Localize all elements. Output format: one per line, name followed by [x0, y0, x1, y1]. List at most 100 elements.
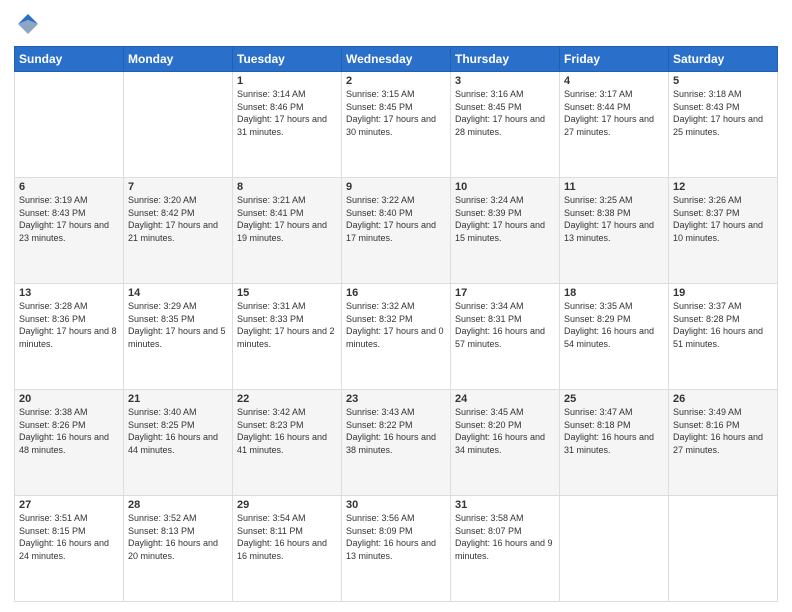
- day-number: 28: [128, 499, 228, 511]
- day-number: 1: [237, 75, 337, 87]
- calendar-cell: 6Sunrise: 3:19 AM Sunset: 8:43 PM Daylig…: [15, 178, 124, 284]
- day-number: 22: [237, 393, 337, 405]
- day-info: Sunrise: 3:37 AM Sunset: 8:28 PM Dayligh…: [673, 300, 773, 350]
- day-info: Sunrise: 3:21 AM Sunset: 8:41 PM Dayligh…: [237, 194, 337, 244]
- day-number: 5: [673, 75, 773, 87]
- calendar-cell: 24Sunrise: 3:45 AM Sunset: 8:20 PM Dayli…: [451, 390, 560, 496]
- calendar-cell: 1Sunrise: 3:14 AM Sunset: 8:46 PM Daylig…: [233, 72, 342, 178]
- calendar-cell: 12Sunrise: 3:26 AM Sunset: 8:37 PM Dayli…: [669, 178, 778, 284]
- day-info: Sunrise: 3:29 AM Sunset: 8:35 PM Dayligh…: [128, 300, 228, 350]
- day-info: Sunrise: 3:16 AM Sunset: 8:45 PM Dayligh…: [455, 88, 555, 138]
- day-info: Sunrise: 3:51 AM Sunset: 8:15 PM Dayligh…: [19, 512, 119, 562]
- calendar-cell: 15Sunrise: 3:31 AM Sunset: 8:33 PM Dayli…: [233, 284, 342, 390]
- day-number: 30: [346, 499, 446, 511]
- day-info: Sunrise: 3:14 AM Sunset: 8:46 PM Dayligh…: [237, 88, 337, 138]
- day-info: Sunrise: 3:19 AM Sunset: 8:43 PM Dayligh…: [19, 194, 119, 244]
- day-info: Sunrise: 3:28 AM Sunset: 8:36 PM Dayligh…: [19, 300, 119, 350]
- calendar-cell: 20Sunrise: 3:38 AM Sunset: 8:26 PM Dayli…: [15, 390, 124, 496]
- calendar-cell: 16Sunrise: 3:32 AM Sunset: 8:32 PM Dayli…: [342, 284, 451, 390]
- day-info: Sunrise: 3:35 AM Sunset: 8:29 PM Dayligh…: [564, 300, 664, 350]
- day-info: Sunrise: 3:15 AM Sunset: 8:45 PM Dayligh…: [346, 88, 446, 138]
- calendar-week-row: 6Sunrise: 3:19 AM Sunset: 8:43 PM Daylig…: [15, 178, 778, 284]
- day-number: 15: [237, 287, 337, 299]
- header: [14, 10, 778, 38]
- day-number: 16: [346, 287, 446, 299]
- day-number: 25: [564, 393, 664, 405]
- calendar-cell: 5Sunrise: 3:18 AM Sunset: 8:43 PM Daylig…: [669, 72, 778, 178]
- calendar-cell: 29Sunrise: 3:54 AM Sunset: 8:11 PM Dayli…: [233, 496, 342, 602]
- day-number: 21: [128, 393, 228, 405]
- calendar-cell: 26Sunrise: 3:49 AM Sunset: 8:16 PM Dayli…: [669, 390, 778, 496]
- day-number: 14: [128, 287, 228, 299]
- day-info: Sunrise: 3:26 AM Sunset: 8:37 PM Dayligh…: [673, 194, 773, 244]
- day-info: Sunrise: 3:32 AM Sunset: 8:32 PM Dayligh…: [346, 300, 446, 350]
- calendar-week-row: 20Sunrise: 3:38 AM Sunset: 8:26 PM Dayli…: [15, 390, 778, 496]
- calendar-cell: 7Sunrise: 3:20 AM Sunset: 8:42 PM Daylig…: [124, 178, 233, 284]
- day-header: Sunday: [15, 47, 124, 72]
- day-header: Monday: [124, 47, 233, 72]
- calendar-cell: 10Sunrise: 3:24 AM Sunset: 8:39 PM Dayli…: [451, 178, 560, 284]
- calendar-cell: [560, 496, 669, 602]
- calendar-cell: [669, 496, 778, 602]
- day-number: 9: [346, 181, 446, 193]
- calendar-week-row: 13Sunrise: 3:28 AM Sunset: 8:36 PM Dayli…: [15, 284, 778, 390]
- day-number: 11: [564, 181, 664, 193]
- day-number: 23: [346, 393, 446, 405]
- day-info: Sunrise: 3:52 AM Sunset: 8:13 PM Dayligh…: [128, 512, 228, 562]
- day-info: Sunrise: 3:42 AM Sunset: 8:23 PM Dayligh…: [237, 406, 337, 456]
- day-info: Sunrise: 3:47 AM Sunset: 8:18 PM Dayligh…: [564, 406, 664, 456]
- day-number: 27: [19, 499, 119, 511]
- calendar-cell: 28Sunrise: 3:52 AM Sunset: 8:13 PM Dayli…: [124, 496, 233, 602]
- day-number: 19: [673, 287, 773, 299]
- day-info: Sunrise: 3:49 AM Sunset: 8:16 PM Dayligh…: [673, 406, 773, 456]
- calendar-cell: 22Sunrise: 3:42 AM Sunset: 8:23 PM Dayli…: [233, 390, 342, 496]
- calendar-cell: 11Sunrise: 3:25 AM Sunset: 8:38 PM Dayli…: [560, 178, 669, 284]
- day-header: Thursday: [451, 47, 560, 72]
- calendar-cell: 4Sunrise: 3:17 AM Sunset: 8:44 PM Daylig…: [560, 72, 669, 178]
- logo: [14, 10, 46, 38]
- calendar-cell: 30Sunrise: 3:56 AM Sunset: 8:09 PM Dayli…: [342, 496, 451, 602]
- day-header: Saturday: [669, 47, 778, 72]
- day-info: Sunrise: 3:24 AM Sunset: 8:39 PM Dayligh…: [455, 194, 555, 244]
- day-number: 26: [673, 393, 773, 405]
- day-header: Wednesday: [342, 47, 451, 72]
- day-number: 3: [455, 75, 555, 87]
- day-number: 29: [237, 499, 337, 511]
- day-number: 8: [237, 181, 337, 193]
- day-info: Sunrise: 3:17 AM Sunset: 8:44 PM Dayligh…: [564, 88, 664, 138]
- day-info: Sunrise: 3:54 AM Sunset: 8:11 PM Dayligh…: [237, 512, 337, 562]
- calendar-week-row: 27Sunrise: 3:51 AM Sunset: 8:15 PM Dayli…: [15, 496, 778, 602]
- day-number: 2: [346, 75, 446, 87]
- logo-icon: [14, 10, 42, 38]
- calendar-cell: 19Sunrise: 3:37 AM Sunset: 8:28 PM Dayli…: [669, 284, 778, 390]
- calendar-cell: 9Sunrise: 3:22 AM Sunset: 8:40 PM Daylig…: [342, 178, 451, 284]
- day-number: 6: [19, 181, 119, 193]
- calendar-cell: 21Sunrise: 3:40 AM Sunset: 8:25 PM Dayli…: [124, 390, 233, 496]
- calendar-cell: 31Sunrise: 3:58 AM Sunset: 8:07 PM Dayli…: [451, 496, 560, 602]
- day-info: Sunrise: 3:38 AM Sunset: 8:26 PM Dayligh…: [19, 406, 119, 456]
- calendar-cell: 17Sunrise: 3:34 AM Sunset: 8:31 PM Dayli…: [451, 284, 560, 390]
- day-number: 7: [128, 181, 228, 193]
- day-header: Tuesday: [233, 47, 342, 72]
- day-info: Sunrise: 3:45 AM Sunset: 8:20 PM Dayligh…: [455, 406, 555, 456]
- day-info: Sunrise: 3:34 AM Sunset: 8:31 PM Dayligh…: [455, 300, 555, 350]
- calendar-cell: 18Sunrise: 3:35 AM Sunset: 8:29 PM Dayli…: [560, 284, 669, 390]
- day-info: Sunrise: 3:25 AM Sunset: 8:38 PM Dayligh…: [564, 194, 664, 244]
- calendar-cell: 14Sunrise: 3:29 AM Sunset: 8:35 PM Dayli…: [124, 284, 233, 390]
- day-number: 17: [455, 287, 555, 299]
- day-number: 20: [19, 393, 119, 405]
- day-info: Sunrise: 3:31 AM Sunset: 8:33 PM Dayligh…: [237, 300, 337, 350]
- day-number: 18: [564, 287, 664, 299]
- calendar-week-row: 1Sunrise: 3:14 AM Sunset: 8:46 PM Daylig…: [15, 72, 778, 178]
- day-number: 24: [455, 393, 555, 405]
- day-number: 4: [564, 75, 664, 87]
- calendar-cell: 2Sunrise: 3:15 AM Sunset: 8:45 PM Daylig…: [342, 72, 451, 178]
- calendar-cell: [15, 72, 124, 178]
- day-number: 10: [455, 181, 555, 193]
- day-number: 31: [455, 499, 555, 511]
- calendar-table: SundayMondayTuesdayWednesdayThursdayFrid…: [14, 46, 778, 602]
- calendar-cell: 8Sunrise: 3:21 AM Sunset: 8:41 PM Daylig…: [233, 178, 342, 284]
- day-header: Friday: [560, 47, 669, 72]
- calendar-cell: 27Sunrise: 3:51 AM Sunset: 8:15 PM Dayli…: [15, 496, 124, 602]
- day-info: Sunrise: 3:58 AM Sunset: 8:07 PM Dayligh…: [455, 512, 555, 562]
